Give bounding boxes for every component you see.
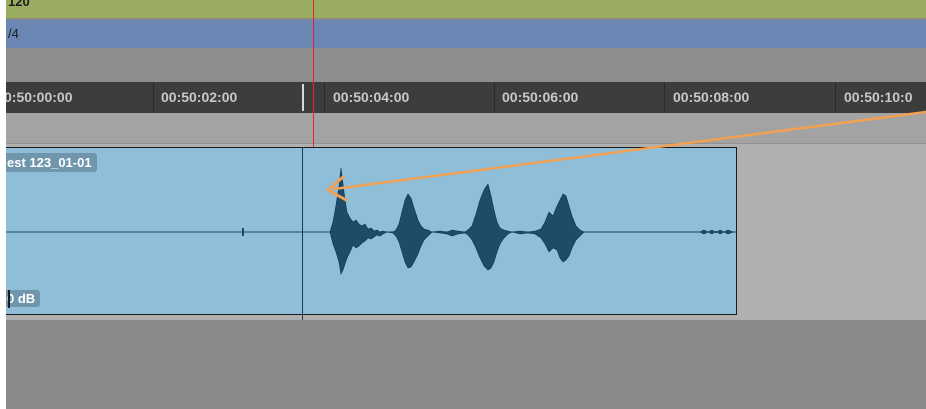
arrow-annotation-icon bbox=[326, 110, 926, 202]
window-edge bbox=[0, 0, 6, 409]
annotation-arrow-line bbox=[332, 110, 926, 191]
